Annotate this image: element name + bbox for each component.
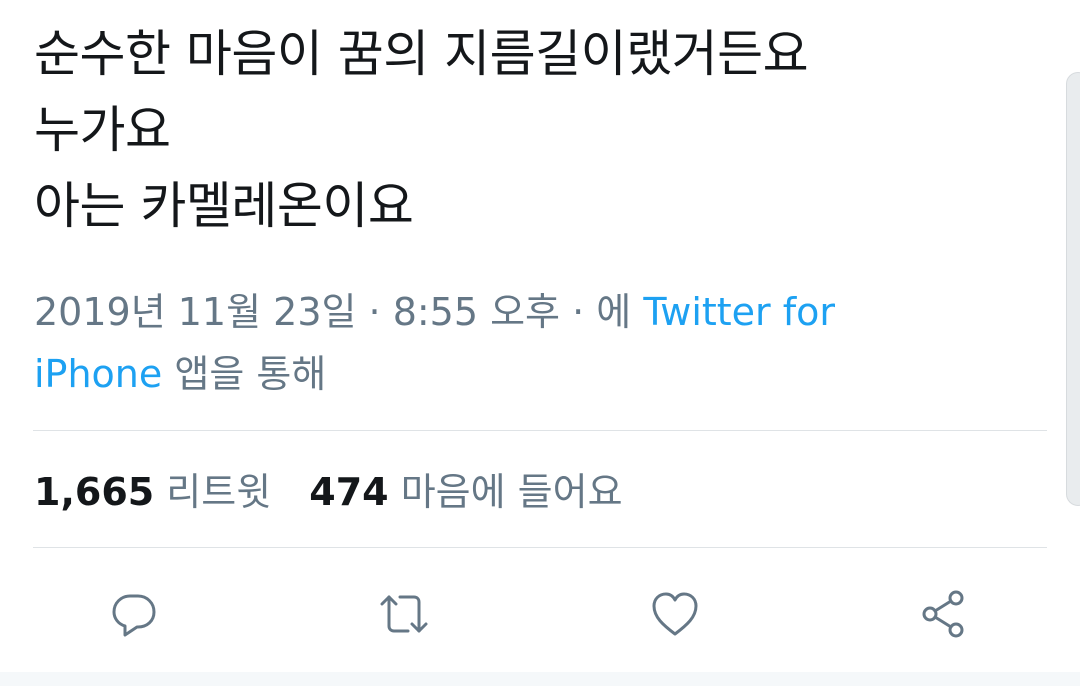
likes-stat[interactable]: 474 마음에 들어요 xyxy=(309,462,622,522)
heart-icon xyxy=(652,592,698,636)
source-link-iphone[interactable]: iPhone xyxy=(34,352,162,396)
divider xyxy=(33,547,1047,548)
source-link-twitter-for[interactable]: Twitter for xyxy=(643,290,835,334)
scrollbar-thumb[interactable] xyxy=(1066,72,1080,506)
tweet-text: 순수한 마음이 꿈의 지름길이랬거든요 누가요 아는 카멜레온이요 xyxy=(34,16,1044,244)
retweet-button[interactable] xyxy=(374,584,434,644)
bottom-edge xyxy=(0,672,1080,686)
like-button[interactable] xyxy=(645,584,705,644)
tweet-text-line: 아는 카멜레온이요 xyxy=(34,177,414,235)
retweets-count: 1,665 xyxy=(34,470,155,514)
likes-count: 474 xyxy=(309,470,389,514)
retweet-icon xyxy=(380,595,428,633)
tweet-text-line: 누가요 xyxy=(34,101,171,159)
share-button[interactable] xyxy=(914,584,974,644)
share-icon xyxy=(922,590,964,638)
tweet-stats: 1,665 리트윗 474 마음에 들어요 xyxy=(34,462,623,522)
retweets-label: 리트윗 xyxy=(166,470,272,514)
retweets-stat[interactable]: 1,665 리트윗 xyxy=(34,462,271,522)
divider xyxy=(33,430,1047,431)
tweet-datetime: 2019년 11월 23일 · 8:55 오후 · 에 xyxy=(34,290,644,334)
tweet-metadata: 2019년 11월 23일 · 8:55 오후 · 에 Twitter for … xyxy=(34,281,1014,405)
likes-label: 마음에 들어요 xyxy=(400,470,623,514)
reply-button[interactable] xyxy=(104,584,164,644)
tweet-text-line: 순수한 마음이 꿈의 지름길이랬거든요 xyxy=(34,25,809,83)
tweet-actions-bar xyxy=(0,578,1080,648)
via-suffix: 앱을 통해 xyxy=(162,352,327,396)
reply-icon xyxy=(112,594,156,637)
